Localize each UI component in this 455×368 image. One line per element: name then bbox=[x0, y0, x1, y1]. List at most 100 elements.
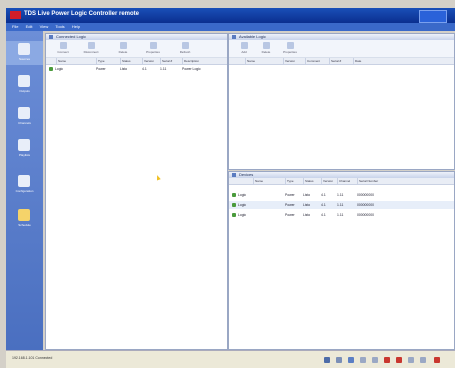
nav-item-playlists[interactable]: Playlists bbox=[6, 137, 43, 161]
status-bar: 192.168.1.101 Connected bbox=[6, 350, 455, 368]
alert-icon[interactable] bbox=[384, 357, 390, 363]
device-icon bbox=[232, 173, 236, 177]
cell-name: Logic bbox=[55, 67, 64, 71]
nav-label: Playlists bbox=[18, 153, 30, 157]
connect-button[interactable]: Connect bbox=[52, 42, 74, 55]
logic-icon bbox=[232, 35, 236, 39]
button-label: Delete bbox=[261, 50, 271, 54]
tray-icon[interactable] bbox=[348, 357, 354, 363]
available-logic-panel: Available Logic Add Delete Properties Na… bbox=[228, 33, 455, 170]
alert-icon[interactable] bbox=[434, 357, 440, 363]
button-label: Disconnect bbox=[83, 50, 99, 54]
table-row[interactable]: Logic Power Listo 4.1 1.11 000000000 bbox=[229, 201, 454, 209]
nav-item-outputs[interactable]: Outputs bbox=[6, 73, 43, 97]
tray-icon[interactable] bbox=[360, 357, 366, 363]
table-row[interactable]: Logic Power Listo 4.1 1.11 000000000 bbox=[229, 191, 454, 199]
nav-label: Configuration bbox=[15, 189, 34, 193]
alert-icon[interactable] bbox=[396, 357, 402, 363]
tray-icon[interactable] bbox=[408, 357, 414, 363]
button-label: Properties bbox=[146, 50, 160, 54]
nav-label: Schedule bbox=[18, 223, 31, 227]
column-header[interactable]: Comment bbox=[305, 58, 320, 64]
delete-button[interactable]: Delete bbox=[255, 42, 277, 55]
tray-icon[interactable] bbox=[420, 357, 426, 363]
column-header[interactable]: Name bbox=[56, 58, 66, 64]
cell-name: Logic bbox=[238, 193, 247, 197]
column-header[interactable]: Type bbox=[285, 178, 294, 184]
connect-icon bbox=[59, 42, 67, 49]
logic-icon bbox=[49, 35, 53, 39]
column-header[interactable]: Status bbox=[303, 178, 314, 184]
cell-name: Logic bbox=[238, 203, 247, 207]
panel-title-text: Available Logic bbox=[239, 34, 266, 39]
tray-icon[interactable] bbox=[372, 357, 378, 363]
refresh-icon bbox=[181, 42, 189, 49]
devices-panel: Devices Name Type Status Version Channel… bbox=[228, 171, 455, 350]
column-header[interactable]: Serial # bbox=[329, 58, 341, 64]
menu-help[interactable]: Help bbox=[72, 23, 80, 31]
nav-label: Sources bbox=[18, 57, 30, 61]
column-header[interactable]: Version bbox=[321, 178, 333, 184]
connected-logic-panel: Connected Logic Connect Disconnect Delet… bbox=[45, 33, 228, 350]
person-icon bbox=[18, 139, 30, 151]
menu-view[interactable]: View bbox=[40, 23, 49, 31]
button-label: Connect bbox=[57, 50, 69, 54]
cell-status: Listo bbox=[303, 193, 311, 197]
column-header[interactable]: Serial Number bbox=[357, 178, 378, 184]
disconnect-icon bbox=[87, 42, 95, 49]
menu-file[interactable]: File bbox=[12, 23, 18, 31]
status-dot-icon bbox=[232, 213, 236, 217]
nav-label: Outputs bbox=[19, 89, 30, 93]
column-header[interactable]: Name bbox=[253, 178, 263, 184]
column-header[interactable]: Channel bbox=[337, 178, 350, 184]
delete-button[interactable]: Delete bbox=[112, 42, 134, 55]
window-title: TDS Live Power Logic Controller remote bbox=[24, 11, 140, 17]
column-header[interactable]: Version bbox=[283, 58, 295, 64]
delete-icon bbox=[262, 42, 270, 49]
properties-icon bbox=[149, 42, 157, 49]
menu-edit[interactable]: Edit bbox=[26, 23, 33, 31]
table-row[interactable]: Logic Power Listo 4.1 1.11 Power Logic bbox=[46, 65, 227, 73]
cell-version: 4.1 bbox=[321, 213, 326, 217]
cell-status: Listo bbox=[303, 203, 311, 207]
panel-title-text: Connected Logic bbox=[56, 34, 87, 39]
nav-item-schedule[interactable]: Schedule bbox=[6, 207, 43, 231]
properties-button[interactable]: Properties bbox=[279, 42, 301, 55]
status-dot-icon bbox=[49, 67, 53, 71]
table-row[interactable]: Logic Power Listo 4.1 1.11 000000000 bbox=[229, 211, 454, 219]
volume-icon[interactable] bbox=[336, 357, 342, 363]
cell-type: Power bbox=[96, 67, 106, 71]
calendar-icon bbox=[18, 209, 30, 221]
grid-header: Name Type Status Version Channel Serial … bbox=[229, 178, 454, 185]
cell-serial: 1.11 bbox=[160, 67, 167, 71]
menu-bar: File Edit View Tools Help bbox=[6, 23, 455, 31]
button-label: Delete bbox=[118, 50, 128, 54]
status-text: 192.168.1.101 Connected bbox=[12, 356, 53, 360]
properties-button[interactable]: Properties bbox=[142, 42, 164, 55]
grid-header: Name Type Status Version Serial # Descri… bbox=[46, 58, 227, 65]
window-controls[interactable] bbox=[419, 10, 447, 23]
add-button[interactable]: Add bbox=[233, 42, 255, 55]
column-header[interactable]: Description bbox=[182, 58, 199, 64]
cell-serial: 000000000 bbox=[357, 203, 374, 207]
column-header[interactable]: Date bbox=[353, 58, 361, 64]
nav-item-configuration[interactable]: Configuration bbox=[6, 173, 43, 197]
nav-item-sources[interactable]: Sources bbox=[6, 41, 43, 65]
nav-item-channels[interactable]: Channels bbox=[6, 105, 43, 129]
column-header[interactable]: Type bbox=[96, 58, 105, 64]
column-header[interactable]: Serial # bbox=[160, 58, 172, 64]
network-icon[interactable] bbox=[324, 357, 330, 363]
disconnect-button[interactable]: Disconnect bbox=[80, 42, 102, 55]
cell-version: 4.1 bbox=[321, 193, 326, 197]
column-header[interactable]: Status bbox=[120, 58, 131, 64]
status-dot-icon bbox=[232, 193, 236, 197]
cell-type: Power bbox=[285, 213, 295, 217]
status-dot-icon bbox=[232, 203, 236, 207]
cell-status: Listo bbox=[120, 67, 128, 71]
column-header[interactable]: Version bbox=[142, 58, 154, 64]
column-header[interactable]: Name bbox=[245, 58, 255, 64]
person-icon bbox=[18, 107, 30, 119]
cell-name: Logic bbox=[238, 213, 247, 217]
refresh-button[interactable]: Refresh bbox=[174, 42, 196, 55]
menu-tools[interactable]: Tools bbox=[55, 23, 64, 31]
